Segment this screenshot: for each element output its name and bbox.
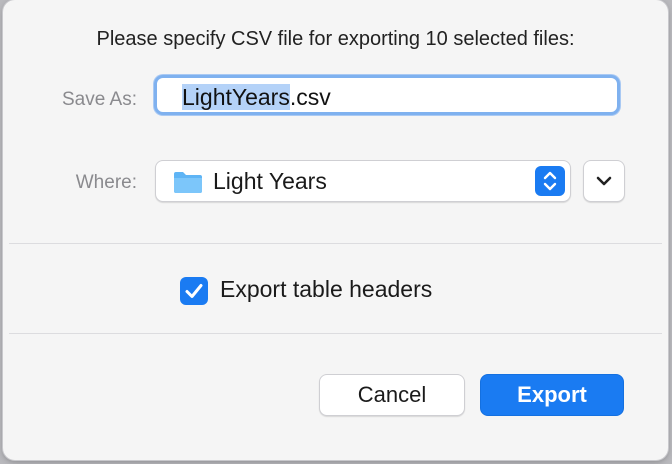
export-csv-dialog: Please specify CSV file for exporting 10… (3, 0, 668, 460)
where-label: Where: (75, 172, 137, 193)
cancel-button[interactable]: Cancel (319, 374, 465, 416)
save-as-input[interactable]: LightYears.csv (154, 75, 620, 115)
export-headers-checkbox[interactable] (180, 277, 208, 305)
where-location-popup[interactable]: Light Years (155, 160, 571, 202)
expand-browser-button[interactable] (583, 160, 625, 202)
selected-filename-text: LightYears (182, 84, 290, 110)
dialog-message: Please specify CSV file for exporting 10… (96, 28, 575, 50)
save-as-label: Save As: (62, 89, 137, 110)
checkmark-icon (185, 284, 203, 298)
export-button[interactable]: Export (480, 374, 624, 416)
chevron-down-icon (596, 176, 612, 186)
export-headers-label[interactable]: Export table headers (220, 276, 432, 303)
folder-icon (174, 172, 202, 193)
save-as-value[interactable]: LightYears.csv (182, 84, 331, 111)
where-value: Light Years (213, 168, 327, 194)
filename-extension-text: .csv (289, 84, 331, 110)
divider (9, 243, 662, 244)
divider (9, 333, 662, 334)
up-down-chevron-icon[interactable] (535, 166, 565, 196)
